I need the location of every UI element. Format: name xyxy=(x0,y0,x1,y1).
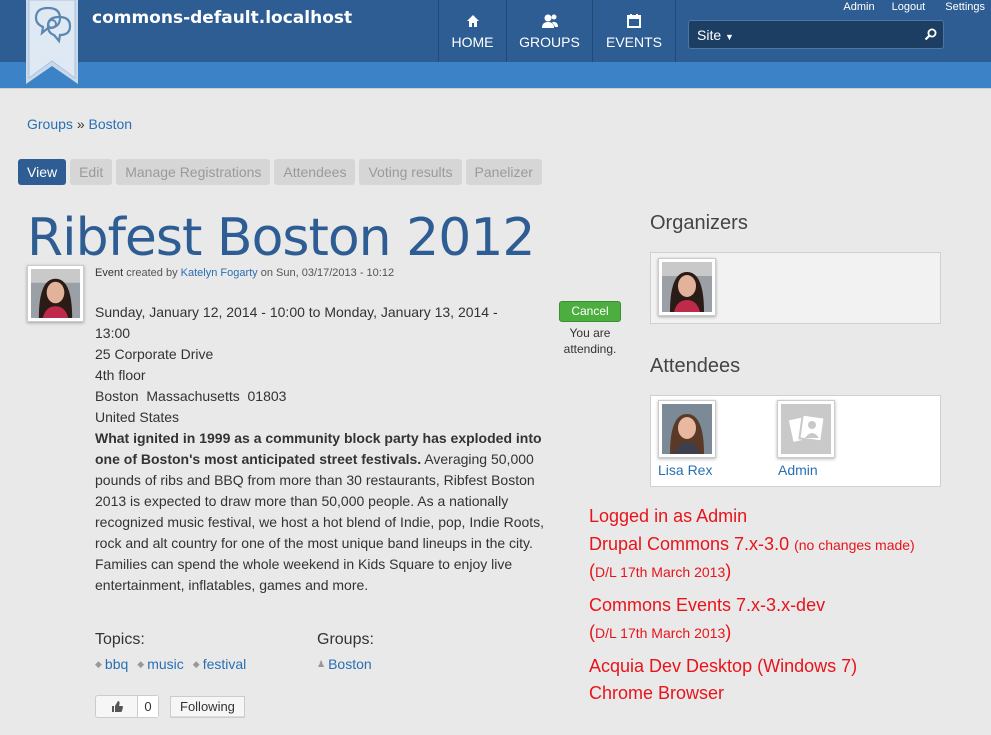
meta-date: on Sun, 03/17/2013 - 10:12 xyxy=(260,267,395,279)
search-box: Site ▼ xyxy=(688,20,944,49)
default-user-icon xyxy=(781,404,831,454)
topic-tag[interactable]: ◆ bbq xyxy=(95,656,128,672)
topic-label: bbq xyxy=(104,656,129,672)
attendee-avatar[interactable] xyxy=(658,400,716,458)
tab-panelizer[interactable]: Panelizer xyxy=(465,159,542,185)
nav-groups[interactable]: GROUPS xyxy=(506,0,592,62)
tag-icon: ◆ xyxy=(137,658,145,669)
like-button[interactable] xyxy=(96,696,138,717)
admin-link[interactable]: Admin xyxy=(843,1,874,13)
description-body: Averaging 50,000 pounds of ribs and BBQ … xyxy=(95,451,545,593)
caret-down-icon: ▼ xyxy=(725,31,734,42)
following-button[interactable]: Following xyxy=(170,696,245,718)
event-date-line2: 13:00 xyxy=(95,325,131,341)
group-tag[interactable]: ♟ Boston xyxy=(317,656,372,672)
organizer-avatar[interactable] xyxy=(658,258,716,316)
tag-icon: ◆ xyxy=(192,658,200,669)
calendar-icon xyxy=(627,12,641,30)
search-icon[interactable] xyxy=(919,28,943,41)
note-line: (D/L 17th March 2013) xyxy=(589,559,731,584)
tab-manage-registrations[interactable]: Manage Registrations xyxy=(116,159,271,185)
note-line: (D/L 17th March 2013) xyxy=(589,620,731,645)
nav-events-label: EVENTS xyxy=(605,34,662,50)
commons-logo-icon[interactable] xyxy=(26,0,78,84)
nav-home[interactable]: HOME xyxy=(438,0,506,62)
group-icon: ♟ xyxy=(317,658,326,669)
note-text: Drupal Commons 7.x-3.0 xyxy=(589,534,790,554)
breadcrumb-separator: » xyxy=(76,116,85,132)
breadcrumb-boston[interactable]: Boston xyxy=(89,116,133,132)
topics-list: ◆ bbq ◆ music ◆ festival xyxy=(95,656,246,672)
groups-label: Groups: xyxy=(317,631,374,648)
attendee-name-link[interactable]: Lisa Rex xyxy=(658,462,712,478)
nav-events[interactable]: EVENTS xyxy=(592,0,676,62)
note-paren-close: ) xyxy=(725,622,732,642)
search-scope-dropdown[interactable]: Site ▼ xyxy=(689,27,742,43)
topics-label: Topics: xyxy=(95,631,145,648)
group-label: Boston xyxy=(328,656,372,672)
event-date-line1: Sunday, January 12, 2014 - 10:00 to Mond… xyxy=(95,304,498,320)
note-paren-close: ) xyxy=(725,561,732,581)
avatar xyxy=(662,404,712,454)
tag-icon: ◆ xyxy=(95,658,102,669)
note-line: Logged in as Admin xyxy=(589,506,748,526)
meta-author-link[interactable]: Katelyn Fogarty xyxy=(181,267,258,279)
meta-type: Event xyxy=(95,267,124,279)
attendee-avatar[interactable] xyxy=(777,400,835,458)
event-details: Sunday, January 12, 2014 - 10:00 to Mond… xyxy=(95,302,545,596)
like-count: 0 xyxy=(138,696,158,717)
attendee-name-link[interactable]: Admin xyxy=(778,462,818,478)
tab-voting-results[interactable]: Voting results xyxy=(359,159,462,185)
address-line2: 4th floor xyxy=(95,367,146,383)
topic-label: festival xyxy=(202,656,247,672)
note-small: D/L 17th March 2013 xyxy=(595,625,726,641)
thumbs-up-icon xyxy=(111,701,123,712)
note-small: (no changes made) xyxy=(794,537,915,553)
logout-link[interactable]: Logout xyxy=(892,1,926,13)
avatar xyxy=(31,269,80,318)
sub-bar xyxy=(0,62,991,89)
groups-icon xyxy=(541,12,559,30)
note-line: Chrome Browser xyxy=(589,683,725,703)
tab-view[interactable]: View xyxy=(18,159,67,185)
breadcrumb-groups[interactable]: Groups xyxy=(27,116,73,132)
topic-label: music xyxy=(147,656,184,672)
breadcrumb: Groups » Boston xyxy=(27,116,132,132)
event-meta: Event created by Katelyn Fogarty on Sun,… xyxy=(95,267,394,279)
note-line: Drupal Commons 7.x-3.0 (no changes made) xyxy=(589,532,915,557)
search-input[interactable] xyxy=(741,21,919,48)
page-title: Ribfest Boston 2012 xyxy=(27,208,535,268)
address-line1: 25 Corporate Drive xyxy=(95,346,214,362)
search-scope-label: Site xyxy=(697,26,722,43)
meta-created-by: created by xyxy=(126,267,178,279)
note-line: Commons Events 7.x-3.x-dev xyxy=(589,595,826,615)
main-nav: HOME GROUPS EVENTS xyxy=(438,0,676,62)
author-avatar[interactable] xyxy=(27,265,84,322)
site-name[interactable]: commons-default.localhost xyxy=(92,8,352,28)
nav-home-label: HOME xyxy=(451,34,494,50)
address-line4: United States xyxy=(95,409,180,425)
tab-edit[interactable]: Edit xyxy=(70,159,113,185)
avatar xyxy=(662,262,712,312)
tab-attendees[interactable]: Attendees xyxy=(274,159,356,185)
topic-tag[interactable]: ◆ music xyxy=(137,656,183,672)
attendees-heading: Attendees xyxy=(650,355,741,377)
topic-tag[interactable]: ◆ festival xyxy=(193,656,247,672)
settings-link[interactable]: Settings xyxy=(945,1,985,13)
note-line: Acquia Dev Desktop (Windows 7) xyxy=(589,656,858,676)
user-links: Admin Logout Settings xyxy=(843,1,991,13)
note-small: D/L 17th March 2013 xyxy=(595,564,726,580)
home-icon xyxy=(466,12,480,30)
groups-list: ♟ Boston xyxy=(317,656,372,672)
event-description: What ignited in 1999 as a community bloc… xyxy=(95,428,545,596)
address-line3: Boston Massachusetts 01803 xyxy=(95,388,287,404)
node-tabs: View Edit Manage Registrations Attendees… xyxy=(18,159,542,185)
like-widget: 0 xyxy=(95,695,159,718)
organizers-heading: Organizers xyxy=(650,212,748,234)
nav-groups-label: GROUPS xyxy=(519,34,580,50)
cancel-attendance-button[interactable]: Cancel xyxy=(559,301,621,322)
attending-status: You are attending. xyxy=(563,326,617,356)
